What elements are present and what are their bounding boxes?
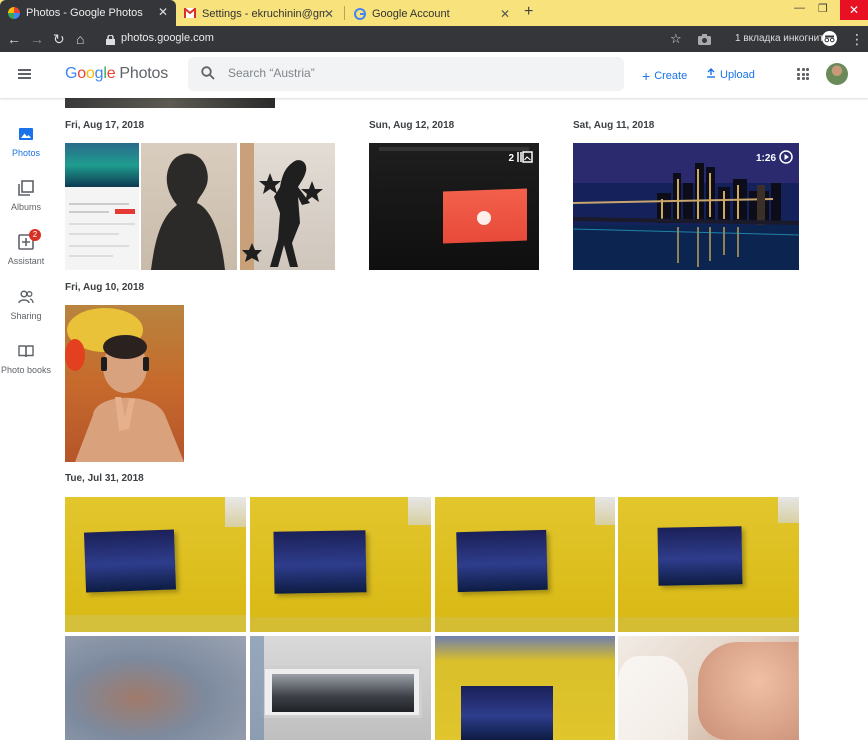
stack-indicator: 2	[508, 151, 533, 166]
new-tab-button[interactable]: +	[524, 3, 533, 21]
restore-window-button[interactable]: ❐	[818, 2, 828, 15]
photo-thumbnail[interactable]	[618, 636, 799, 740]
browser-tabstrip: Photos - Google Photos ✕ Settings - ekru…	[0, 0, 868, 26]
minimize-window-button[interactable]: —	[794, 2, 805, 14]
rail-item-sharing[interactable]: Sharing	[0, 289, 52, 321]
avatar[interactable]	[826, 63, 848, 85]
forward-arrow-icon[interactable]: →	[30, 31, 44, 47]
people-icon	[18, 289, 34, 305]
search-icon[interactable]	[201, 66, 215, 85]
date-header: Sun, Aug 12, 2018	[369, 120, 455, 131]
photo-thumbnail[interactable]	[250, 497, 431, 632]
close-tab-icon[interactable]: ✕	[500, 7, 510, 21]
tab-title: Settings - ekruchinin@gmail.com	[202, 8, 326, 20]
photo-thumbnail[interactable]	[250, 636, 431, 740]
photo-icon	[18, 126, 34, 142]
photo-thumbnail[interactable]	[240, 143, 335, 270]
tab-photos[interactable]: Photos - Google Photos ✕	[0, 0, 176, 26]
hamburger-menu-icon[interactable]	[18, 69, 31, 79]
search-input[interactable]	[228, 66, 608, 80]
app-header: GooglePhotos + Create Upload	[0, 52, 868, 98]
google-photos-favicon-icon	[8, 7, 20, 19]
photo-thumbnail[interactable]	[65, 497, 246, 632]
tab-gmail-settings[interactable]: Settings - ekruchinin@gmail.com ✕	[176, 2, 342, 26]
upload-button[interactable]: Upload	[706, 68, 755, 81]
date-header: Fri, Aug 17, 2018	[65, 120, 145, 131]
photo-thumbnail[interactable]	[65, 636, 246, 740]
address-bar[interactable]: photos.google.com	[121, 32, 214, 44]
play-circle-icon	[779, 150, 793, 167]
photo-thumbnail-selfie[interactable]	[65, 305, 184, 462]
photo-thumbnail[interactable]	[435, 497, 615, 632]
stack-icon	[517, 151, 533, 166]
book-icon	[18, 343, 34, 359]
google-photos-logo[interactable]: Google Photos	[65, 65, 168, 83]
tab-google-account[interactable]: Google Account ✕	[346, 2, 518, 26]
browser-toolbar: ← → ↻ ⌂ photos.google.com ☆ 1 вкладка ин…	[0, 26, 868, 52]
video-thumbnail[interactable]: 2	[369, 143, 539, 270]
tab-title: Google Account	[372, 8, 450, 20]
bookmark-star-icon[interactable]: ☆	[670, 31, 682, 47]
browser-menu-icon[interactable]: ⋮	[850, 31, 864, 48]
incognito-icon[interactable]	[822, 31, 837, 49]
albums-icon	[18, 180, 34, 196]
google-favicon-icon	[354, 8, 366, 20]
date-header: Sat, Aug 11, 2018	[573, 120, 655, 131]
google-apps-icon[interactable]	[797, 68, 809, 80]
plus-icon: +	[642, 68, 651, 84]
video-thumbnail[interactable]: 1:26	[573, 143, 799, 270]
assistant-badge: 2	[29, 229, 41, 241]
lock-icon	[106, 32, 115, 45]
gmail-favicon-icon	[183, 7, 197, 20]
create-button[interactable]: + Create	[642, 68, 687, 84]
tab-separator	[344, 6, 345, 20]
close-tab-icon[interactable]: ✕	[158, 5, 168, 19]
rail-item-albums[interactable]: Albums	[0, 180, 52, 212]
rail-item-assistant[interactable]: 2 Assistant	[0, 229, 52, 266]
photo-thumbnail[interactable]	[65, 98, 275, 108]
camera-icon[interactable]	[698, 32, 711, 48]
photo-thumbnail[interactable]	[141, 143, 237, 270]
rail-item-photos[interactable]: Photos	[0, 126, 52, 158]
back-arrow-icon[interactable]: ←	[7, 31, 21, 47]
reload-icon[interactable]: ↻	[53, 31, 65, 48]
rail-item-photo-books[interactable]: Photo books	[0, 343, 52, 375]
close-window-button[interactable]: ✕	[840, 0, 868, 20]
close-tab-icon[interactable]: ✕	[324, 7, 334, 21]
photo-thumbnail-screenshot[interactable]	[65, 143, 139, 270]
date-header: Fri, Aug 10, 2018	[65, 282, 145, 293]
home-icon[interactable]: ⌂	[76, 31, 84, 47]
upload-icon	[706, 68, 716, 81]
photo-thumbnail[interactable]	[618, 497, 799, 632]
incognito-label: 1 вкладка инкогнито	[735, 33, 830, 44]
date-header: Tue, Jul 31, 2018	[65, 473, 144, 484]
tab-title: Photos - Google Photos	[26, 7, 143, 19]
photo-thumbnail[interactable]	[435, 636, 615, 740]
search-box[interactable]	[188, 57, 624, 91]
video-duration-badge: 1:26	[756, 150, 793, 167]
